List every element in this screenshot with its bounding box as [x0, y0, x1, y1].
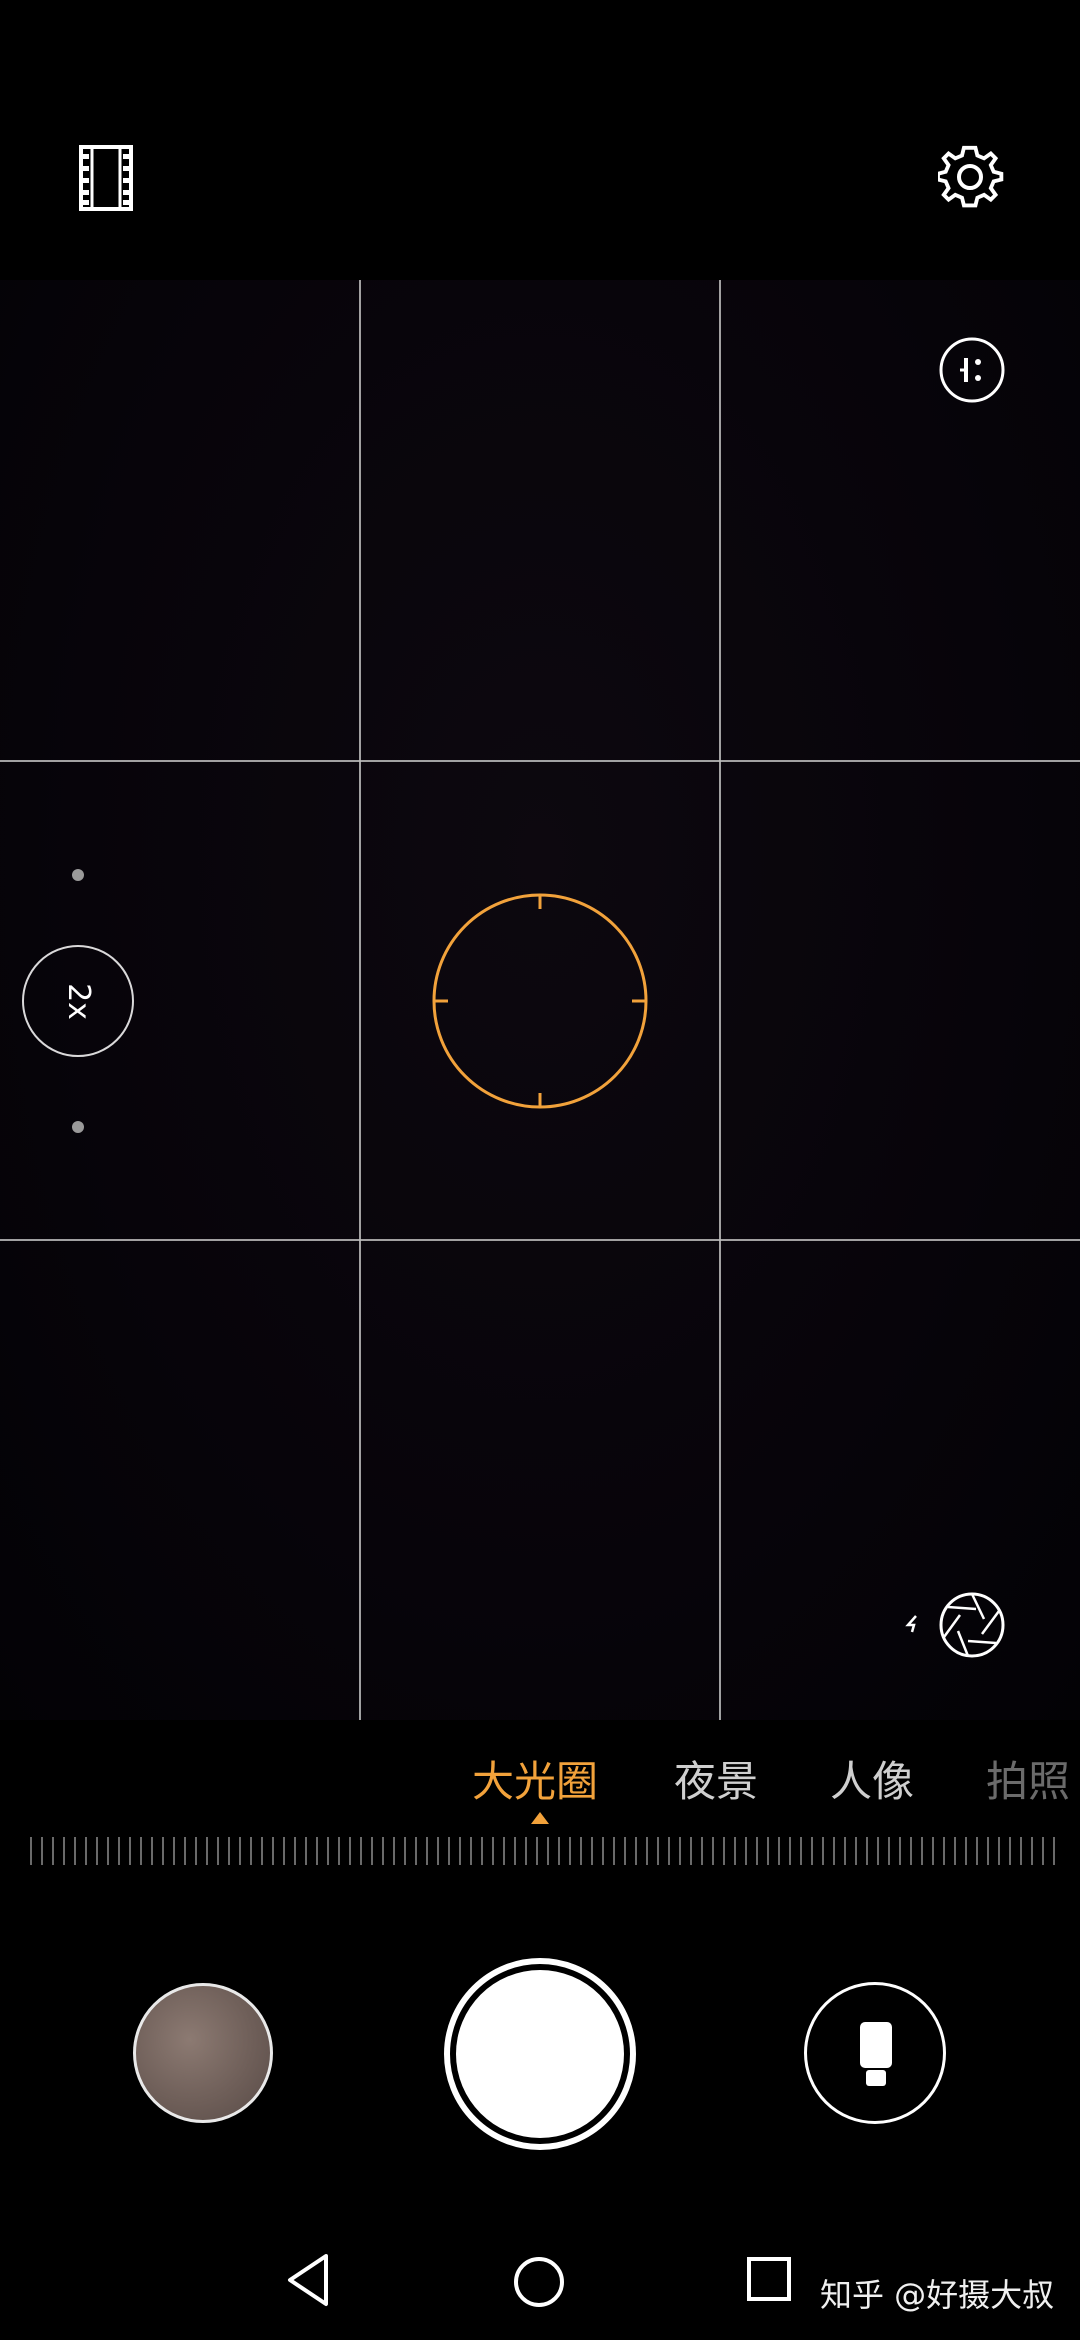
grid-line-vertical-2 [719, 280, 721, 1720]
settings-gear-icon[interactable] [936, 145, 1004, 211]
switch-camera-button[interactable] [804, 1982, 946, 2124]
shutter-inner [456, 1970, 624, 2138]
switch-camera-icon [860, 2022, 892, 2086]
mode-tab-portrait[interactable]: 人像 [830, 1748, 914, 1809]
mode-tab-wide-aperture[interactable]: 大光圈 [472, 1748, 598, 1809]
nav-home-icon[interactable] [512, 2255, 566, 2309]
watermark-text: 知乎 @好摄大叔 [820, 2276, 1055, 2314]
grid-line-vertical-1 [359, 280, 361, 1720]
zoom-dot-top [72, 869, 84, 881]
top-bar [0, 0, 1080, 280]
mode-tab-photo[interactable]: 拍照 [986, 1748, 1070, 1809]
grid-line-horizontal-2 [0, 1239, 1080, 1241]
grid-line-horizontal-1 [0, 760, 1080, 762]
gallery-thumbnail[interactable] [133, 1983, 273, 2123]
flash-small-icon [904, 1614, 924, 1634]
info-icon[interactable] [938, 336, 1006, 404]
focus-ring [432, 893, 648, 1109]
aperture-icon[interactable] [938, 1591, 1006, 1659]
active-mode-indicator [531, 1812, 549, 1824]
zoom-label: 2x [60, 982, 96, 1020]
mode-scroll-ticks[interactable] [30, 1835, 1060, 1867]
zoom-button[interactable]: 2x [22, 945, 134, 1057]
nav-recents-icon[interactable] [746, 2256, 792, 2302]
shutter-button[interactable] [444, 1958, 636, 2150]
mode-tab-night[interactable]: 夜景 [674, 1748, 758, 1809]
nav-back-icon[interactable] [284, 2253, 332, 2307]
film-mode-icon[interactable] [78, 144, 134, 212]
zoom-dot-bottom [72, 1121, 84, 1133]
